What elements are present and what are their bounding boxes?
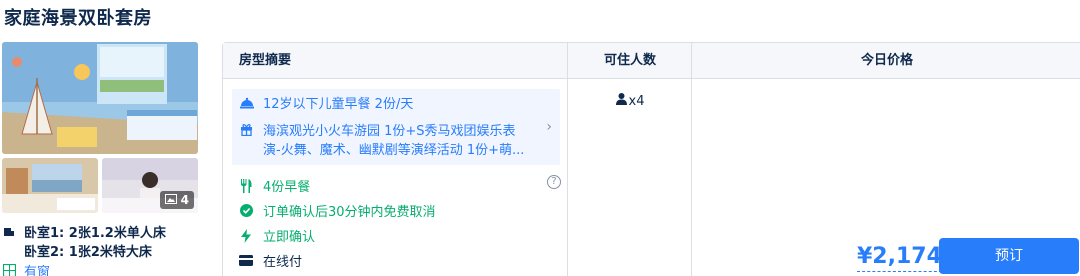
perk-text: 海滨观光小火车游园 1份+S秀马戏团娱乐表演-火舞、魔术、幽默剧等演绎活动 1份… [263,124,525,158]
feature-text: 4份早餐 [263,180,311,195]
check-circle-icon [239,204,253,217]
perk-item: 12岁以下儿童早餐 2份/天 [240,95,530,115]
perk-text: 12岁以下儿童早餐 2份/天 [263,97,414,112]
bed-icon [2,226,16,238]
feature-instant-confirm: 立即确认 [239,223,559,248]
window-label: 有窗 [24,265,51,276]
occupancy-count: x4 [628,93,645,109]
header-room-summary: 房型摘要 [239,53,292,68]
photo-count: 4 [180,193,189,207]
rate-features: 4份早餐 ? 订单确认后30分钟内免费取消 立即确认 在线付 [239,173,561,273]
fork-knife-icon [239,178,253,193]
bedroom-2-label: 卧室2: 1张2米特大床 [24,245,152,260]
window-line: 有窗 [2,261,166,276]
header-price: 今日价格 [860,53,913,68]
credit-card-icon [239,255,253,266]
help-icon[interactable]: ? [547,175,561,189]
feature-text: 在线付 [263,255,303,270]
bedroom-line: 卧室2: 1张2米特大床 [2,241,166,260]
price[interactable]: ¥2,174 [857,243,942,272]
bed-info: 卧室1: 2张1.2米单人床 卧室2: 1张2米特大床 有窗 [2,222,166,276]
book-button[interactable]: 预订 [939,238,1079,274]
room-thumb-photo[interactable]: 4 [102,158,198,213]
feature-text: 立即确认 [263,230,316,245]
package-perks[interactable]: 12岁以下儿童早餐 2份/天 海滨观光小火车游园 1份+S秀马戏团娱乐表演-火舞… [232,89,560,165]
room-main-photo[interactable] [2,42,198,154]
chevron-right-icon[interactable]: › [546,119,552,135]
photo-count-badge[interactable]: 4 [159,191,194,209]
column-divider [691,43,692,276]
feature-breakfast: 4份早餐 ? [239,173,561,198]
window-icon [2,264,16,276]
room-title: 家庭海景双卧套房 [4,8,152,29]
image-icon [164,193,177,207]
occupancy: x4 [568,93,692,109]
gift-icon [240,122,254,160]
column-divider [567,43,568,276]
room-thumb-photo[interactable] [2,158,98,213]
table-header: 房型摘要 可住人数 今日价格 [223,43,1080,79]
feature-text: 订单确认后30分钟内免费取消 [263,205,436,220]
breakfast-dome-icon [240,95,254,115]
person-icon [615,93,627,109]
bedroom-line: 卧室1: 2张1.2米单人床 [2,222,166,241]
rate-table: 房型摘要 可住人数 今日价格 12岁以下儿童早餐 2份/天 海滨观光小火车游园 … [222,42,1080,276]
perk-item: 海滨观光小火车游园 1份+S秀马戏团娱乐表演-火舞、魔术、幽默剧等演绎活动 1份… [240,122,530,160]
header-occupancy: 可住人数 [603,53,656,68]
bedroom-1-label: 卧室1: 2张1.2米单人床 [24,226,166,241]
feature-pay-online: 在线付 [239,248,559,273]
lightning-icon [239,228,253,243]
feature-free-cancel: 订单确认后30分钟内免费取消 [239,198,559,223]
